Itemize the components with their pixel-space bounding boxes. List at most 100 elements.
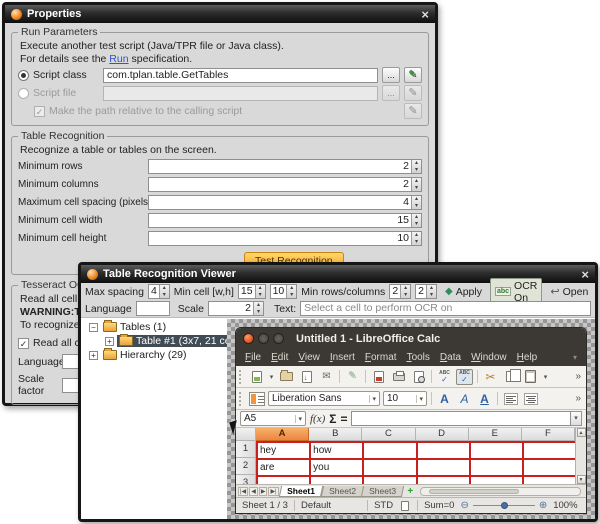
align-center-icon[interactable]: [522, 391, 539, 407]
tree-expander-icon[interactable]: +: [89, 351, 98, 360]
cell-f3[interactable]: [524, 477, 575, 484]
spinner-down-icon[interactable]: ▾: [254, 309, 263, 316]
browse-script-class-button[interactable]: ...: [382, 67, 400, 83]
new-dropdown-icon[interactable]: ▾: [268, 373, 275, 381]
menu-window[interactable]: Window: [471, 352, 507, 363]
open-file-icon[interactable]: [278, 369, 295, 385]
min-columns-spinner[interactable]: 2▴▾: [415, 284, 437, 299]
calc-maximize-icon[interactable]: [273, 333, 284, 344]
edit-mode-icon[interactable]: ✎: [344, 369, 361, 385]
read-all-cells-checkbox[interactable]: ✓: [18, 338, 29, 349]
formula-icon[interactable]: =: [340, 412, 347, 426]
open-button[interactable]: ↩Open: [546, 284, 592, 299]
tree-expander-icon[interactable]: +: [105, 337, 114, 346]
menubar-chevron-icon[interactable]: ▾: [573, 353, 577, 362]
sheet-tab-sheet3[interactable]: Sheet3: [361, 486, 404, 497]
email-icon[interactable]: ✉: [318, 369, 335, 385]
toolbar-overflow-icon[interactable]: »: [575, 371, 583, 382]
cell-a2[interactable]: are: [258, 460, 309, 475]
screenshot-panel[interactable]: Untitled 1 - LibreOffice Calc FileEditVi…: [227, 319, 595, 519]
zoom-knob[interactable]: [501, 502, 508, 509]
tr-field-spinner[interactable]: 15▴▾: [148, 213, 422, 228]
tr-field-spinner[interactable]: 2▴▾: [148, 177, 422, 192]
column-header-e[interactable]: E: [469, 428, 522, 441]
spinner-down-icon[interactable]: ▾: [287, 292, 296, 299]
min-rows-spinner[interactable]: 2▴▾: [389, 284, 411, 299]
edit-script-file-button[interactable]: ✎: [404, 85, 422, 101]
spinner-down-icon[interactable]: ▾: [412, 239, 421, 246]
bold-icon[interactable]: A: [436, 391, 453, 407]
expand-formula-icon[interactable]: ▾: [571, 411, 582, 426]
cell-c1[interactable]: [364, 443, 415, 458]
cell-b1[interactable]: how: [311, 443, 362, 458]
script-class-input[interactable]: com.tplan.table.GetTables: [103, 68, 378, 83]
copy-icon[interactable]: [502, 369, 519, 385]
function-wizard-icon[interactable]: f(x): [310, 413, 325, 425]
tr-field-spinner[interactable]: 10▴▾: [148, 231, 422, 246]
cell-b2[interactable]: you: [311, 460, 362, 475]
page-style[interactable]: Default: [301, 500, 331, 511]
underline-icon[interactable]: A: [476, 391, 493, 407]
sidebar-icon[interactable]: [248, 391, 265, 407]
cell-f2[interactable]: [524, 460, 575, 475]
spinner-down-icon[interactable]: ▾: [160, 292, 169, 299]
toolbar-grip[interactable]: [239, 370, 243, 384]
sheet-tab-sheet1[interactable]: Sheet1: [278, 486, 322, 497]
nav-prev-icon[interactable]: ◀: [249, 487, 258, 496]
font-name-combo[interactable]: Liberation Sans▾: [268, 391, 380, 406]
column-header-a[interactable]: A: [256, 428, 309, 441]
spinner-buttons[interactable]: ▴▾: [411, 196, 421, 209]
cell-e2[interactable]: [471, 460, 522, 475]
export-pdf-icon[interactable]: [370, 369, 387, 385]
horizontal-scrollbar[interactable]: [420, 487, 581, 496]
menu-format[interactable]: Format: [365, 352, 397, 363]
max-spacing-spinner[interactable]: 4▴▾: [148, 284, 170, 299]
spellcheck-icon[interactable]: ABC✓: [436, 369, 453, 385]
column-header-f[interactable]: F: [522, 428, 575, 441]
row-header-2[interactable]: 2: [236, 458, 256, 475]
calc-minimize-icon[interactable]: [258, 333, 269, 344]
toolbar-overflow-icon[interactable]: »: [575, 393, 583, 404]
menu-insert[interactable]: Insert: [330, 352, 355, 363]
spinner-down-icon[interactable]: ▾: [427, 292, 436, 299]
spinner-down-icon[interactable]: ▾: [412, 167, 421, 174]
tr-field-spinner[interactable]: 4▴▾: [148, 195, 422, 210]
viewer-scale-spinner[interactable]: 2▴▾: [208, 301, 264, 316]
nav-first-icon[interactable]: |◀: [238, 487, 248, 496]
browse-script-file-button[interactable]: ...: [382, 85, 400, 101]
align-left-icon[interactable]: [502, 391, 519, 407]
column-header-d[interactable]: D: [416, 428, 469, 441]
nav-last-icon[interactable]: ▶|: [268, 487, 278, 496]
ocr-text-output[interactable]: Select a cell to perform OCR on: [300, 301, 591, 316]
spinner-buttons[interactable]: ▴▾: [411, 232, 421, 245]
cell-a1[interactable]: hey: [258, 443, 309, 458]
cell-a3[interactable]: [258, 477, 309, 484]
scrollbar-thumb[interactable]: [429, 489, 519, 494]
paste-dropdown-icon[interactable]: ▾: [542, 373, 549, 381]
zoom-slider[interactable]: ⊖ ⊕: [460, 500, 547, 511]
paste-icon[interactable]: [522, 369, 539, 385]
cell-d3[interactable]: [418, 477, 469, 484]
cell-f1[interactable]: [524, 443, 575, 458]
menu-tools[interactable]: Tools: [407, 352, 430, 363]
spinner-down-icon[interactable]: ▾: [401, 292, 410, 299]
cell-e3[interactable]: [471, 477, 522, 484]
column-header-c[interactable]: C: [362, 428, 415, 441]
menu-edit[interactable]: Edit: [271, 352, 288, 363]
font-size-combo[interactable]: 10▾: [383, 391, 427, 406]
italic-icon[interactable]: A: [456, 391, 473, 407]
zoom-track[interactable]: [473, 505, 535, 506]
chevron-down-icon[interactable]: ▾: [295, 415, 302, 423]
tree-expander-icon[interactable]: −: [89, 323, 98, 332]
chevron-down-icon[interactable]: ▾: [416, 395, 423, 403]
column-header-b[interactable]: B: [309, 428, 362, 441]
menu-help[interactable]: Help: [517, 352, 538, 363]
edit-relative-path-button[interactable]: ✎: [404, 103, 422, 119]
menu-data[interactable]: Data: [440, 352, 461, 363]
close-icon[interactable]: ×: [581, 268, 589, 281]
toolbar-grip[interactable]: [239, 392, 243, 406]
spinner-down-icon[interactable]: ▾: [412, 221, 421, 228]
properties-titlebar[interactable]: Properties ×: [5, 5, 435, 23]
menu-view[interactable]: View: [298, 352, 320, 363]
zoom-in-icon[interactable]: ⊕: [539, 500, 547, 511]
